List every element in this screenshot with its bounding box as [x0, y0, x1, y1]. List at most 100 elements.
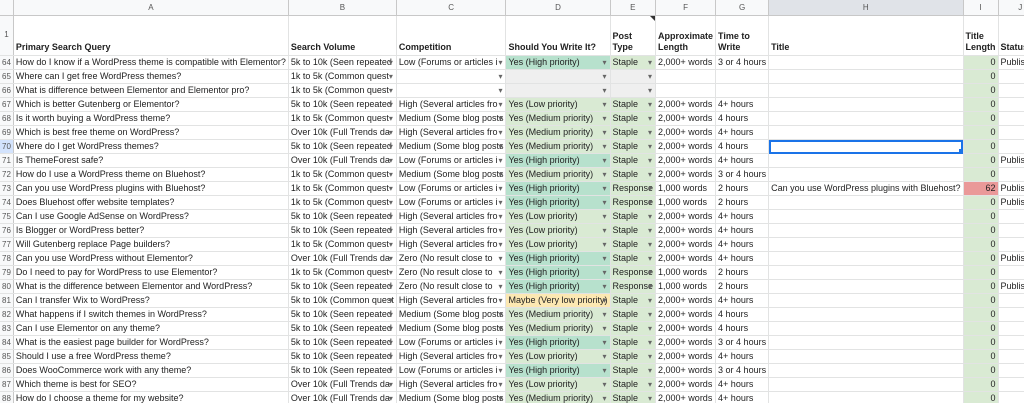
cell-status[interactable]: Published: [998, 279, 1024, 294]
cell-time-to-write[interactable]: 2 hours: [715, 181, 770, 196]
cell-search-volume[interactable]: Over 10k (Full Trends da: [288, 377, 397, 392]
cell-status[interactable]: Published: [998, 181, 1024, 196]
cell-status[interactable]: [998, 293, 1024, 308]
cell-post-type[interactable]: Staple: [610, 377, 657, 392]
cell-time-to-write[interactable]: 4 hours: [715, 111, 770, 126]
cell-search-volume[interactable]: Over 10k (Full Trends da: [288, 153, 397, 168]
cell-time-to-write[interactable]: 4+ hours: [715, 97, 770, 112]
cell-post-type[interactable]: Staple: [610, 111, 657, 126]
cell-time-to-write[interactable]: 4+ hours: [715, 391, 770, 403]
cell-competition[interactable]: High (Several articles fro: [396, 349, 507, 364]
cell-should-you-write-it[interactable]: Yes (High priority): [505, 181, 611, 196]
cell-status[interactable]: [998, 223, 1024, 238]
cell-time-to-write[interactable]: 2 hours: [715, 279, 770, 294]
cell-title[interactable]: [768, 349, 964, 364]
cell-post-type[interactable]: Staple: [610, 335, 657, 350]
cell-status[interactable]: Published: [998, 251, 1024, 266]
cell-post-type[interactable]: Response: [610, 195, 657, 210]
cell-status[interactable]: Published: [998, 55, 1024, 70]
cell-approximate-length[interactable]: 2,000+ words: [655, 167, 717, 182]
row-number[interactable]: 88: [0, 391, 14, 403]
cell-time-to-write[interactable]: 4+ hours: [715, 349, 770, 364]
cell-title[interactable]: [768, 209, 964, 224]
cell-primary-search-query[interactable]: Should I use a free WordPress theme?: [13, 349, 289, 364]
cell-search-volume[interactable]: 1k to 5k (Common quest: [288, 181, 397, 196]
cell-should-you-write-it[interactable]: Yes (Medium priority): [505, 167, 611, 182]
cell-should-you-write-it[interactable]: Yes (Low priority): [505, 223, 611, 238]
select-all-corner[interactable]: [0, 0, 14, 16]
column-header-h[interactable]: H: [768, 0, 964, 16]
cell-post-type[interactable]: Staple: [610, 391, 657, 403]
cell-time-to-write[interactable]: 4+ hours: [715, 223, 770, 238]
cell-should-you-write-it[interactable]: Yes (High priority): [505, 335, 611, 350]
row-number[interactable]: 75: [0, 209, 14, 224]
cell-approximate-length[interactable]: [655, 83, 717, 98]
cell-title[interactable]: [768, 321, 964, 336]
row-number[interactable]: 84: [0, 335, 14, 350]
cell-competition[interactable]: Medium (Some blog posts: [396, 307, 507, 322]
cell-time-to-write[interactable]: 4+ hours: [715, 377, 770, 392]
header-primary-search-query[interactable]: Primary Search Query: [13, 15, 289, 56]
cell-approximate-length[interactable]: 2,000+ words: [655, 55, 717, 70]
cell-approximate-length[interactable]: 2,000+ words: [655, 307, 717, 322]
cell-time-to-write[interactable]: 4 hours: [715, 139, 770, 154]
header-search-volume[interactable]: Search Volume: [288, 15, 397, 56]
cell-approximate-length[interactable]: 2,000+ words: [655, 251, 717, 266]
cell-primary-search-query[interactable]: Does Bluehost offer website templates?: [13, 195, 289, 210]
header-approximate-length[interactable]: Approximate Length: [655, 15, 717, 56]
cell-search-volume[interactable]: 1k to 5k (Common quest: [288, 195, 397, 210]
cell-title[interactable]: [768, 83, 964, 98]
cell-title[interactable]: [768, 139, 964, 154]
cell-primary-search-query[interactable]: What happens if I switch themes in WordP…: [13, 307, 289, 322]
cell-competition[interactable]: Low (Forums or articles i: [396, 55, 507, 70]
cell-should-you-write-it[interactable]: Yes (Medium priority): [505, 111, 611, 126]
cell-post-type[interactable]: Staple: [610, 125, 657, 140]
row-number[interactable]: 67: [0, 97, 14, 112]
cell-primary-search-query[interactable]: Can I use Elementor on any theme?: [13, 321, 289, 336]
cell-competition[interactable]: High (Several articles fro: [396, 377, 507, 392]
cell-competition[interactable]: Zero (No result close to: [396, 279, 507, 294]
cell-competition[interactable]: High (Several articles fro: [396, 237, 507, 252]
cell-title[interactable]: [768, 265, 964, 280]
cell-should-you-write-it[interactable]: Yes (Low priority): [505, 97, 611, 112]
cell-status[interactable]: [998, 125, 1024, 140]
cell-should-you-write-it[interactable]: [505, 83, 611, 98]
cell-title-length[interactable]: 0: [963, 223, 999, 238]
cell-post-type[interactable]: Response: [610, 279, 657, 294]
row-number[interactable]: 68: [0, 111, 14, 126]
cell-title-length[interactable]: 0: [963, 307, 999, 322]
cell-post-type[interactable]: Response: [610, 181, 657, 196]
cell-title[interactable]: [768, 69, 964, 84]
cell-time-to-write[interactable]: 4 hours: [715, 307, 770, 322]
cell-competition[interactable]: High (Several articles fro: [396, 125, 507, 140]
cell-competition[interactable]: [396, 83, 507, 98]
cell-title[interactable]: [768, 279, 964, 294]
cell-approximate-length[interactable]: 1,000 words: [655, 195, 717, 210]
cell-competition[interactable]: Low (Forums or articles i: [396, 335, 507, 350]
cell-post-type[interactable]: Staple: [610, 251, 657, 266]
cell-search-volume[interactable]: 5k to 10k (Seen repeated: [288, 349, 397, 364]
cell-competition[interactable]: Low (Forums or articles i: [396, 153, 507, 168]
cell-title[interactable]: [768, 293, 964, 308]
cell-title[interactable]: [768, 223, 964, 238]
cell-primary-search-query[interactable]: How do I use a WordPress theme on Blueho…: [13, 167, 289, 182]
cell-title[interactable]: [768, 195, 964, 210]
cell-post-type[interactable]: Staple: [610, 349, 657, 364]
cell-primary-search-query[interactable]: Does WooCommerce work with any theme?: [13, 363, 289, 378]
cell-status[interactable]: [998, 363, 1024, 378]
cell-approximate-length[interactable]: 2,000+ words: [655, 293, 717, 308]
cell-search-volume[interactable]: Over 10k (Full Trends da: [288, 391, 397, 403]
cell-title-length[interactable]: 0: [963, 349, 999, 364]
cell-primary-search-query[interactable]: What is difference between Elementor and…: [13, 83, 289, 98]
cell-title-length[interactable]: 0: [963, 335, 999, 350]
cell-title-length[interactable]: 0: [963, 279, 999, 294]
cell-primary-search-query[interactable]: Can I use Google AdSense on WordPress?: [13, 209, 289, 224]
cell-time-to-write[interactable]: 4+ hours: [715, 125, 770, 140]
row-number[interactable]: 65: [0, 69, 14, 84]
header-should-you-write-it[interactable]: Should You Write It?: [505, 15, 611, 56]
cell-status[interactable]: [998, 83, 1024, 98]
cell-should-you-write-it[interactable]: Yes (Medium priority): [505, 391, 611, 403]
cell-status[interactable]: [998, 377, 1024, 392]
cell-approximate-length[interactable]: 2,000+ words: [655, 139, 717, 154]
cell-title-length[interactable]: 0: [963, 195, 999, 210]
